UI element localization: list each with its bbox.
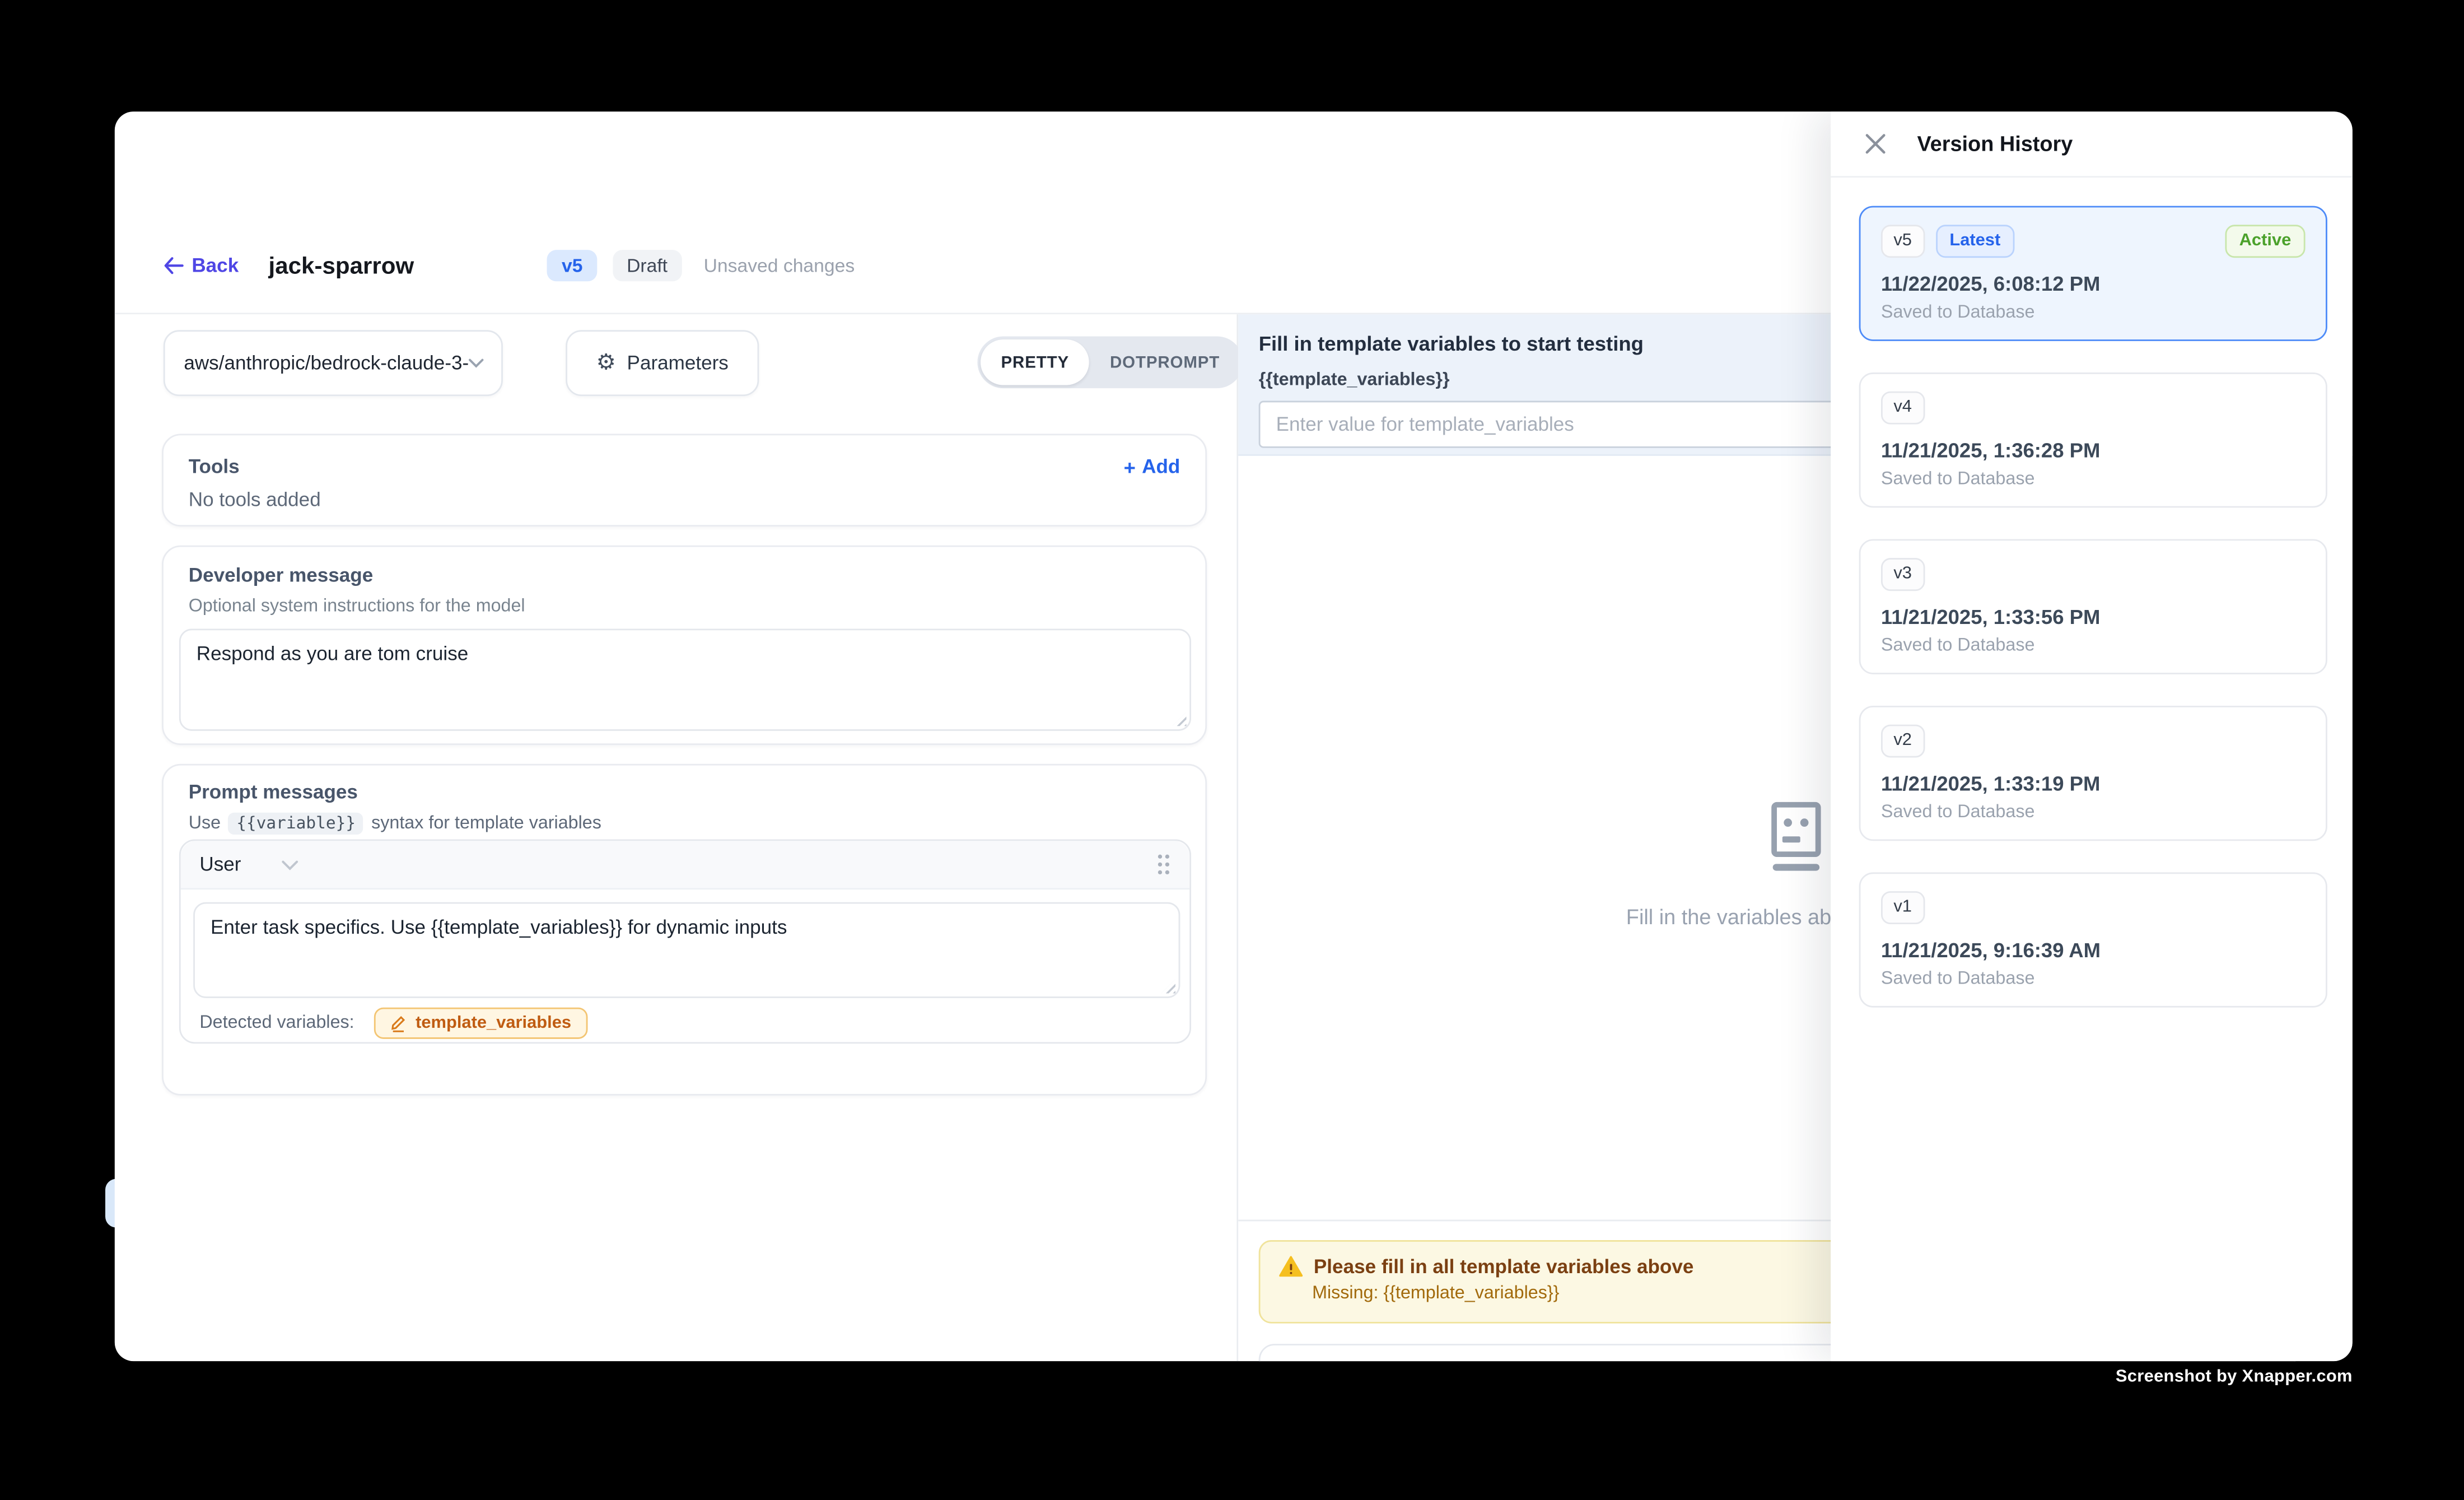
version-list: v5 Latest Active 11/22/2025, 6:08:12 PM … <box>1831 178 2353 1008</box>
detected-variables-row: Detected variables: template_variables <box>199 1008 587 1039</box>
message-block: User Enter task sp <box>179 839 1191 1044</box>
version-status: Saved to Database <box>1881 970 2306 989</box>
close-button[interactable] <box>1865 134 1886 154</box>
version-timestamp: 11/21/2025, 1:33:56 PM <box>1881 605 2306 628</box>
prompt-messages-label: Prompt messages <box>189 781 358 803</box>
version-timestamp: 11/22/2025, 6:08:12 PM <box>1881 272 2306 295</box>
version-card[interactable]: v4 11/21/2025, 1:36:28 PM Saved to Datab… <box>1859 372 2327 507</box>
developer-message-label: Developer message <box>189 564 374 586</box>
back-arrow-icon <box>164 256 184 275</box>
version-number-badge: v3 <box>1881 558 1925 591</box>
back-button[interactable]: Back <box>164 255 239 277</box>
pencil-icon <box>390 1014 408 1033</box>
chevron-down-icon <box>468 358 484 368</box>
version-timestamp: 11/21/2025, 1:36:28 PM <box>1881 439 2306 462</box>
chevron-down-icon <box>282 859 299 870</box>
unsaved-changes-text: Unsaved changes <box>704 255 855 277</box>
version-status: Saved to Database <box>1881 304 2306 323</box>
model-selector[interactable]: aws/anthropic/bedrock-claude-3-5-s... <box>164 330 503 396</box>
add-tool-label: Add <box>1142 456 1180 478</box>
warning-icon <box>1279 1256 1303 1278</box>
model-selector-value: aws/anthropic/bedrock-claude-3-5-s... <box>184 352 468 374</box>
parameters-label: Parameters <box>627 352 729 374</box>
screenshot-stage: Back jack-sparrow v5 Draft Unsaved chang… <box>0 0 2464 1499</box>
watermark-text: Screenshot by Xnapper.com <box>2116 1367 2353 1386</box>
version-history-title: Version History <box>1917 132 2073 156</box>
prompt-messages-card: Prompt messages Use {{variable}} syntax … <box>162 764 1207 1096</box>
role-selector[interactable]: User <box>199 854 299 875</box>
role-value: User <box>199 854 241 875</box>
version-status: Saved to Database <box>1881 636 2306 655</box>
version-timestamp: 11/21/2025, 1:33:19 PM <box>1881 772 2306 795</box>
detected-variables-label: Detected variables: <box>199 1014 354 1033</box>
warning-title: Please fill in all template variables ab… <box>1314 1256 1693 1278</box>
editor-pane: aws/anthropic/bedrock-claude-3-5-s... ⚙ … <box>115 314 1238 1361</box>
latest-badge: Latest <box>1935 225 2014 258</box>
tools-label: Tools <box>189 456 240 478</box>
developer-message-textarea[interactable]: Respond as you are tom cruise <box>179 628 1191 730</box>
version-number-badge: v1 <box>1881 891 1925 924</box>
hint-prefix: Use <box>189 814 221 833</box>
developer-message-hint: Optional system instructions for the mod… <box>189 597 525 616</box>
toggle-dotprompt[interactable]: DOTPROMPT <box>1090 339 1240 385</box>
hint-suffix: syntax for template variables <box>371 814 601 833</box>
version-history-panel: Version History v5 Latest Active 11/22/2… <box>1831 111 2353 1361</box>
template-variable-label: {{template_variables}} <box>1259 371 1450 390</box>
gear-icon: ⚙ <box>596 352 616 374</box>
tools-card: Tools + Add No tools added <box>162 434 1207 527</box>
back-label: Back <box>192 255 239 277</box>
version-card[interactable]: v3 11/21/2025, 1:33:56 PM Saved to Datab… <box>1859 539 2327 674</box>
version-card[interactable]: v5 Latest Active 11/22/2025, 6:08:12 PM … <box>1859 206 2327 341</box>
message-header: User <box>181 841 1190 889</box>
robot-icon <box>1762 799 1828 877</box>
app-window: Back jack-sparrow v5 Draft Unsaved chang… <box>115 111 2353 1361</box>
version-timestamp: 11/21/2025, 9:16:39 AM <box>1881 938 2306 962</box>
page-title: jack-sparrow <box>269 252 414 279</box>
detected-variable-chip[interactable]: template_variables <box>375 1008 587 1039</box>
developer-message-card: Developer message Optional system instru… <box>162 546 1207 745</box>
version-number-badge: v2 <box>1881 725 1925 758</box>
version-status: Saved to Database <box>1881 803 2306 822</box>
add-tool-button[interactable]: + Add <box>1124 456 1180 478</box>
draft-badge: Draft <box>613 250 682 281</box>
prompt-messages-hint: Use {{variable}} syntax for template var… <box>189 813 601 835</box>
message-textarea[interactable]: Enter task specifics. Use {{template_var… <box>193 902 1180 998</box>
toggle-pretty[interactable]: PRETTY <box>981 339 1089 385</box>
detected-variable-name: template_variables <box>416 1014 571 1033</box>
version-card[interactable]: v1 11/21/2025, 9:16:39 AM Saved to Datab… <box>1859 872 2327 1007</box>
version-number-badge: v4 <box>1881 392 1925 425</box>
template-variables-title: Fill in template variables to start test… <box>1259 332 1644 355</box>
close-icon <box>1865 134 1886 154</box>
version-badge: v5 <box>548 250 597 281</box>
active-badge: Active <box>2225 225 2305 258</box>
version-history-header: Version History <box>1831 111 2353 178</box>
tools-empty-text: No tools added <box>189 489 321 511</box>
version-number-badge: v5 <box>1881 225 1925 258</box>
version-status: Saved to Database <box>1881 470 2306 489</box>
plus-icon: + <box>1124 456 1136 477</box>
parameters-button[interactable]: ⚙ Parameters <box>566 330 759 396</box>
version-card[interactable]: v2 11/21/2025, 1:33:19 PM Saved to Datab… <box>1859 706 2327 841</box>
variable-syntax-chip: {{variable}} <box>228 813 363 835</box>
drag-handle-icon[interactable] <box>1156 854 1170 875</box>
format-toggle: PRETTY DOTPROMPT <box>977 337 1243 389</box>
